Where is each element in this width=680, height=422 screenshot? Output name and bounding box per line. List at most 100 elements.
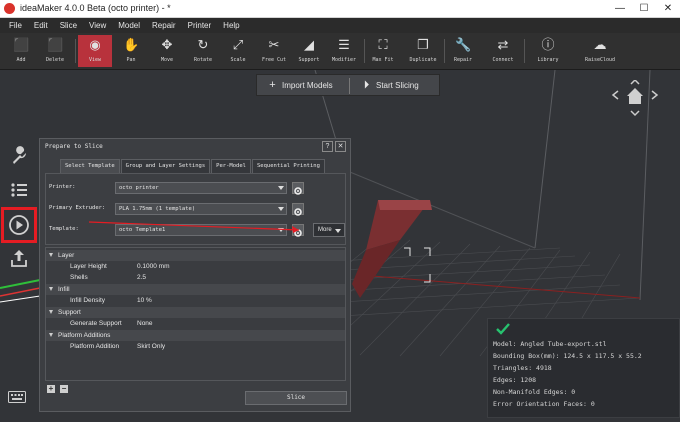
raisecloud-button[interactable]: ☁ RaiseCloud	[583, 35, 617, 67]
tree-category-layer[interactable]: Layer	[46, 250, 345, 261]
menu-repair[interactable]: Repair	[146, 18, 182, 33]
pan-button[interactable]: ✋ Pan	[114, 35, 148, 67]
menu-bar: File Edit Slice View Model Repair Printe…	[0, 18, 680, 33]
check-icon	[496, 323, 510, 335]
chevron-down-icon	[278, 207, 284, 211]
annotation-arrow	[89, 221, 300, 233]
sidebar-model-list-button[interactable]	[4, 175, 34, 205]
slice-button[interactable]: Slice	[245, 391, 347, 405]
keyboard-icon[interactable]	[8, 390, 26, 404]
add-button[interactable]: ⬛ Add	[4, 35, 38, 67]
library-icon: ⓘ	[541, 37, 555, 52]
tab-per-model[interactable]: Per-Model	[211, 159, 251, 173]
tree-item: Platform Addition Skirt Only	[70, 343, 166, 350]
cloud-icon: ☁	[593, 37, 607, 52]
max-fit-button[interactable]: ⛶ Max Fit	[366, 35, 400, 67]
chevron-down-icon	[335, 229, 341, 233]
bounding-box: Bounding Box(mm): 124.5 x 117.5 x 55.2	[493, 352, 642, 360]
duplicate-button[interactable]: ❐ Duplicate	[406, 35, 440, 67]
repair-button[interactable]: 🔧 Repair	[446, 35, 480, 67]
printer-row: Printer: octo printer	[49, 182, 345, 196]
sidebar-slice-button[interactable]	[1, 207, 37, 243]
tree-item: Layer Height 0.1000 mm	[70, 263, 170, 270]
dialog-tabs: Select Template Group and Layer Settings…	[60, 159, 326, 173]
caret-down-icon	[49, 253, 53, 257]
close-window-button[interactable]: ✕	[656, 0, 680, 18]
rotate-button[interactable]: ↻ Rotate	[186, 35, 220, 67]
printer-label: Printer:	[49, 184, 76, 190]
triangle-count: Triangles: 4918	[493, 364, 552, 372]
tab-sequential-printing[interactable]: Sequential Printing	[251, 159, 325, 173]
import-models-button[interactable]: + Import Models	[267, 78, 332, 93]
free-cut-button[interactable]: ✂ Free Cut	[257, 35, 291, 67]
top-action-bar: + Import Models ⏵ Start Slicing	[256, 74, 440, 96]
sidebar-settings-button[interactable]	[4, 140, 34, 170]
maximize-button[interactable]: ☐	[632, 0, 656, 18]
rotate-icon: ↻	[197, 37, 209, 52]
tree-category-infill[interactable]: Infill	[46, 284, 345, 295]
template-label: Template:	[49, 226, 79, 232]
nav-down-arrow-icon	[630, 110, 640, 117]
extruder-label: Primary Extruder:	[49, 205, 106, 211]
menu-model[interactable]: Model	[112, 18, 146, 33]
caret-down-icon	[49, 333, 53, 337]
menu-help[interactable]: Help	[217, 18, 245, 33]
non-manifold-edges: Non-Manifold Edges: 0	[493, 388, 576, 396]
max-fit-icon: ⛶	[378, 37, 388, 52]
menu-file[interactable]: File	[0, 18, 28, 33]
modifier-button[interactable]: ☰ Modifier	[327, 35, 361, 67]
list-icon	[11, 183, 27, 197]
sidebar-export-button[interactable]	[4, 243, 34, 273]
sliders-icon: ☰	[338, 37, 350, 52]
error-orientation-faces: Error Orientation Faces: 0	[493, 400, 595, 408]
template-selection-form: Printer: octo printer Primary Extruder: …	[45, 173, 346, 245]
support-button[interactable]: ◢ Support	[292, 35, 326, 67]
nav-up-arrow-icon	[630, 78, 640, 85]
remove-template-button[interactable]: −	[60, 385, 68, 393]
prepare-to-slice-dialog: Prepare to Slice ? ✕ Select Template Gro…	[39, 138, 351, 412]
support-icon: ◢	[304, 37, 314, 52]
start-slicing-button[interactable]: ⏵ Start Slicing	[361, 78, 419, 93]
connect-button[interactable]: ⇄ Connect	[486, 35, 520, 67]
printer-settings-button[interactable]	[292, 182, 304, 195]
add-template-button[interactable]: +	[47, 385, 55, 393]
extruder-select[interactable]: PLA 1.75mm (1 template)	[115, 203, 287, 215]
tree-item: Generate Support None	[70, 320, 153, 327]
settings-summary-tree: Layer Layer Height 0.1000 mm Shells 2.5 In…	[45, 247, 346, 381]
menu-slice[interactable]: Slice	[54, 18, 83, 33]
delete-button[interactable]: ⬛ Delete	[38, 35, 72, 67]
menu-view[interactable]: View	[83, 18, 112, 33]
tab-select-template[interactable]: Select Template	[60, 159, 120, 173]
hand-icon: ✋	[123, 37, 140, 52]
tree-category-support[interactable]: Support	[46, 307, 345, 318]
dialog-title: Prepare to Slice	[45, 143, 103, 150]
dialog-footer: + − Slice	[45, 383, 347, 409]
gear-icon	[294, 187, 302, 195]
play-circle-icon: ⏵	[363, 79, 370, 91]
title-bar: ideaMaker 4.0.0 Beta (octo printer) - * …	[0, 0, 680, 18]
plus-icon: +	[269, 79, 276, 91]
library-button[interactable]: ⓘ Library	[531, 35, 565, 67]
wrench-icon	[13, 146, 27, 164]
play-circle-icon	[9, 215, 29, 235]
nav-right-arrow-icon	[651, 90, 659, 100]
minimize-button[interactable]: —	[608, 0, 632, 18]
add-cube-icon: ⬛	[13, 37, 30, 52]
tree-category-platform-additions[interactable]: Platform Additions	[46, 330, 345, 341]
extruder-settings-button[interactable]	[292, 203, 304, 216]
move-button[interactable]: ✥ Move	[150, 35, 184, 67]
menu-printer[interactable]: Printer	[182, 18, 218, 33]
caret-down-icon	[49, 310, 53, 314]
view-navigation-widget[interactable]	[610, 78, 660, 120]
scale-button[interactable]: ⤢ Scale	[221, 35, 255, 67]
tab-group-layer-settings[interactable]: Group and Layer Settings	[120, 159, 211, 173]
app-logo-icon	[4, 3, 15, 14]
printer-select[interactable]: octo printer	[115, 182, 287, 194]
close-dialog-button[interactable]: ✕	[335, 141, 346, 152]
extruder-row: Primary Extruder: PLA 1.75mm (1 template…	[49, 203, 345, 217]
main-toolbar: ⬛ Add ⬛ Delete ◉ View ✋ Pan ✥ Move ↻ Rotate ⤢ S…	[0, 33, 680, 70]
help-button[interactable]: ?	[322, 141, 333, 152]
view-button[interactable]: ◉ View	[78, 35, 112, 67]
more-dropdown[interactable]: More	[313, 223, 345, 237]
menu-edit[interactable]: Edit	[28, 18, 54, 33]
